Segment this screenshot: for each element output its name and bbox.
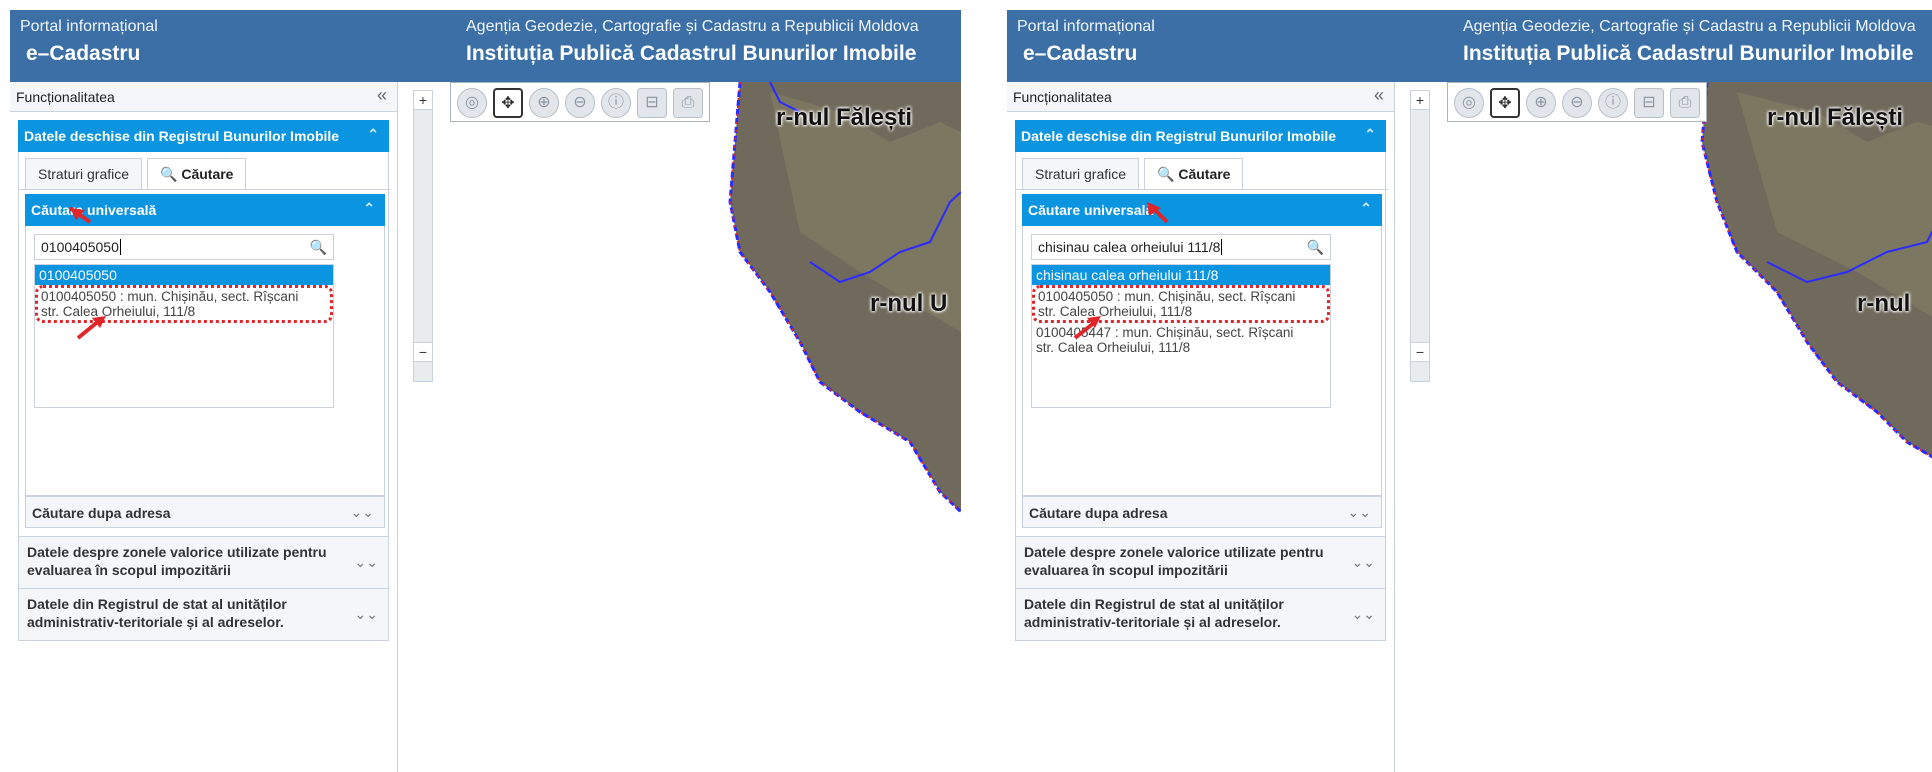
annotation-overlay <box>1073 202 1169 340</box>
screenshot-left: Portal informațional e–Cadastru Agenția … <box>10 10 961 772</box>
arrow-icon <box>1073 320 1097 340</box>
annotation-overlay <box>68 206 106 340</box>
screenshot-right: Portal informațional e–Cadastru Agenția … <box>1007 10 1932 772</box>
